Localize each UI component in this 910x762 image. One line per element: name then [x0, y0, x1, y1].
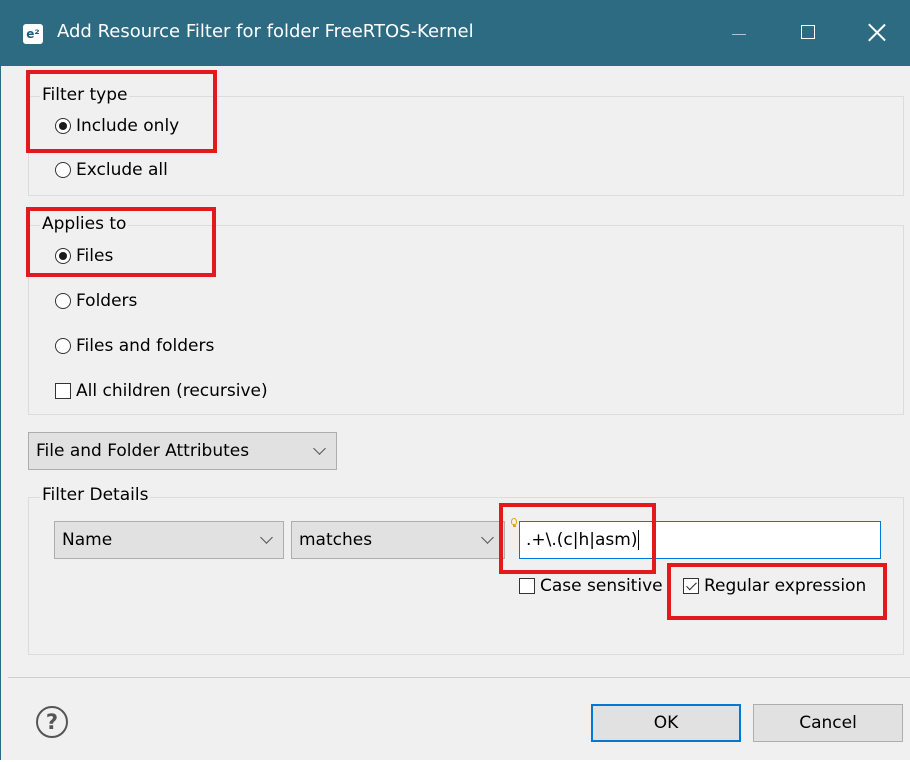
radio-include-only-label: Include only	[76, 116, 180, 136]
filter-type-group	[28, 96, 904, 196]
radio-unchecked-icon[interactable]	[55, 293, 71, 309]
text-caret	[638, 530, 640, 550]
operator-combo[interactable]: matches	[291, 521, 505, 559]
window-border	[0, 66, 1, 760]
pattern-input[interactable]: .+\.(c|h|asm)	[519, 521, 881, 559]
filter-details-legend: Filter Details	[40, 485, 151, 505]
operator-value: matches	[299, 530, 373, 550]
radio-files-and-folders[interactable]: Files and folders	[55, 336, 214, 356]
checkbox-icon[interactable]	[519, 578, 535, 594]
case-sensitive-checkbox[interactable]: Case sensitive	[519, 576, 663, 596]
recursive-checkbox-label: All children (recursive)	[76, 381, 268, 401]
filter-type-legend: Filter type	[40, 85, 130, 105]
radio-unchecked-icon[interactable]	[55, 338, 71, 354]
attribute-name-combo[interactable]: Name	[54, 521, 284, 559]
ok-button[interactable]: OK	[591, 704, 741, 742]
help-icon[interactable]: ?	[36, 706, 68, 738]
title-bar: e² Add Resource Filter for folder FreeRT…	[0, 0, 910, 66]
chevron-down-icon	[260, 531, 273, 544]
minimize-icon[interactable]	[704, 0, 774, 66]
radio-exclude-all-label: Exclude all	[76, 160, 168, 180]
recursive-checkbox[interactable]: All children (recursive)	[55, 381, 268, 401]
maximize-icon[interactable]	[774, 0, 844, 66]
radio-folders-label: Folders	[76, 291, 138, 311]
attribute-name-value: Name	[62, 530, 113, 550]
radio-include-only[interactable]: Include only	[55, 116, 179, 136]
radio-files-label: Files	[76, 246, 114, 266]
radio-files-and-folders-label: Files and folders	[76, 336, 215, 356]
attributes-combo[interactable]: File and Folder Attributes	[28, 432, 337, 470]
checkbox-checked-icon[interactable]	[683, 578, 699, 594]
radio-exclude-all[interactable]: Exclude all	[55, 160, 168, 180]
content-assist-bulb-icon	[511, 518, 517, 527]
case-sensitive-label: Case sensitive	[540, 576, 663, 596]
checkbox-icon[interactable]	[55, 383, 71, 399]
cancel-button[interactable]: Cancel	[753, 704, 903, 742]
regular-expression-checkbox[interactable]: Regular expression	[683, 576, 866, 596]
radio-folders[interactable]: Folders	[55, 291, 137, 311]
radio-checked-icon[interactable]	[55, 248, 71, 264]
radio-unchecked-icon[interactable]	[55, 162, 71, 178]
eclipse-app-icon: e²	[23, 24, 43, 44]
radio-checked-icon[interactable]	[55, 118, 71, 134]
attributes-combo-value: File and Folder Attributes	[36, 441, 250, 461]
button-bar-separator	[8, 677, 910, 678]
applies-to-legend: Applies to	[40, 214, 129, 234]
radio-files[interactable]: Files	[55, 246, 113, 266]
close-icon[interactable]	[844, 0, 910, 66]
chevron-down-icon	[313, 442, 326, 455]
chevron-down-icon	[481, 531, 494, 544]
window-title: Add Resource Filter for folder FreeRTOS-…	[57, 21, 474, 42]
regular-expression-label: Regular expression	[704, 576, 867, 596]
pattern-input-value: .+\.(c|h|asm)	[526, 530, 638, 550]
